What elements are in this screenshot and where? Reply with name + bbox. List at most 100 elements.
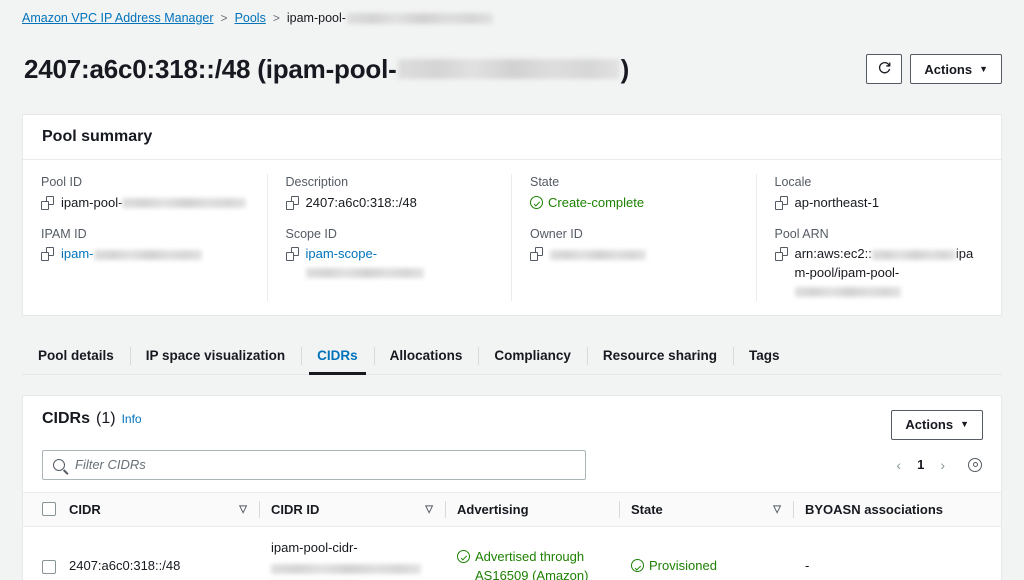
pool-id-text: ipam-pool- — [61, 195, 122, 210]
pool-summary-card: Pool summary Pool ID ipam-pool- IPAM ID … — [22, 114, 1002, 315]
pool-arn-head: arn:aws:ec2:: — [795, 246, 872, 261]
tab-pool-details[interactable]: Pool details — [22, 338, 130, 374]
redacted-pool-id-title — [398, 59, 620, 79]
page-number-1[interactable]: 1 — [911, 455, 930, 474]
owner-id-value — [550, 245, 738, 263]
tab-resource-sharing[interactable]: Resource sharing — [587, 338, 733, 374]
copy-icon[interactable] — [775, 196, 788, 210]
chevron-down-icon: ▼ — [979, 65, 988, 74]
redacted-value — [94, 250, 202, 260]
field-value: arn:aws:ec2::ipam-pool/ipam-pool- — [775, 245, 984, 300]
summary-column: Locale ap-northeast-1 Pool ARN arn:aws:e… — [757, 174, 1002, 300]
info-link[interactable]: Info — [122, 412, 142, 426]
refresh-button[interactable] — [866, 54, 902, 84]
field-label: Locale — [775, 174, 984, 190]
pool-summary-header: Pool summary — [23, 115, 1001, 160]
actions-button-cidrs[interactable]: Actions ▼ — [891, 410, 983, 440]
check-circle-icon — [631, 559, 644, 572]
sort-icon[interactable]: ▽ — [425, 504, 433, 515]
column-header-cidr[interactable]: CIDR ▽ — [69, 492, 259, 526]
row-select-cell — [23, 526, 69, 580]
prev-page-button[interactable]: ‹ — [890, 455, 907, 475]
cidr-id-text: ipam-pool-cidr- — [271, 540, 358, 555]
copy-icon[interactable] — [286, 247, 299, 261]
column-label: State — [631, 502, 663, 517]
scope-id-link[interactable]: ipam-scope- — [306, 246, 378, 261]
redacted-value — [550, 250, 646, 260]
field-pool-id: Pool ID ipam-pool- — [41, 174, 249, 212]
tab-allocations[interactable]: Allocations — [374, 338, 479, 374]
tab-bar: Pool details IP space visualization CIDR… — [22, 338, 1002, 375]
cell-state: Provisioned — [619, 526, 793, 580]
state-text: Provisioned — [649, 557, 717, 576]
gear-icon[interactable] — [967, 457, 983, 473]
page-title-suffix: ) — [621, 54, 629, 85]
copy-icon[interactable] — [775, 247, 788, 261]
ipam-id-value: ipam- — [61, 245, 249, 263]
select-all-checkbox[interactable] — [42, 502, 56, 516]
column-label: BYOASN associations — [805, 502, 943, 517]
breadcrumb-separator: > — [221, 12, 228, 24]
cidrs-count: (1) — [96, 410, 116, 428]
search-input[interactable] — [73, 456, 575, 473]
page-header: 2407:a6c0:318::/48 (ipam-pool-) Actions … — [0, 25, 1024, 103]
copy-icon[interactable] — [41, 247, 54, 261]
field-label: Scope ID — [286, 226, 494, 242]
scope-id-value: ipam-scope- — [306, 245, 494, 282]
column-header-cidr-id[interactable]: CIDR ID ▽ — [259, 492, 445, 526]
cidrs-table: CIDR ▽ CIDR ID ▽ Advertising — [23, 492, 1001, 580]
table-row[interactable]: 2407:a6c0:318::/48 ipam-pool-cidr- Adver… — [23, 526, 1001, 580]
field-value: Create-complete — [530, 194, 738, 212]
tab-cidrs[interactable]: CIDRs — [301, 338, 374, 374]
tab-ip-space-visualization[interactable]: IP space visualization — [130, 338, 301, 374]
field-label: Owner ID — [530, 226, 738, 242]
redacted-cidr-id — [271, 564, 421, 574]
search-box[interactable] — [42, 450, 586, 480]
breadcrumb-item-current: ipam-pool- — [287, 12, 493, 25]
actions-label: Actions — [905, 417, 953, 432]
copy-icon[interactable] — [286, 196, 299, 210]
pool-id-value: ipam-pool- — [61, 194, 249, 212]
field-description: Description 2407:a6c0:318::/48 — [286, 174, 494, 212]
field-value: ap-northeast-1 — [775, 194, 984, 212]
field-value: 2407:a6c0:318::/48 — [286, 194, 494, 212]
field-value: ipam- — [41, 245, 249, 263]
header-actions: Actions ▼ — [866, 54, 1002, 84]
breadcrumb-separator: > — [273, 12, 280, 24]
field-pool-arn: Pool ARN arn:aws:ec2::ipam-pool/ipam-poo… — [775, 226, 984, 301]
actions-button-header[interactable]: Actions ▼ — [910, 54, 1002, 84]
breadcrumb-item-pools[interactable]: Pools — [235, 12, 266, 25]
check-circle-icon — [457, 550, 470, 563]
field-state: State Create-complete — [530, 174, 738, 212]
copy-icon[interactable] — [41, 196, 54, 210]
redacted-value — [122, 198, 246, 208]
select-all-header — [23, 492, 69, 526]
tab-compliancy[interactable]: Compliancy — [478, 338, 587, 374]
redacted-pool-id — [347, 13, 493, 24]
sort-icon[interactable]: ▽ — [239, 504, 247, 515]
summary-column: Description 2407:a6c0:318::/48 Scope ID … — [268, 174, 513, 300]
summary-column: Pool ID ipam-pool- IPAM ID ipam- — [23, 174, 268, 300]
ipam-id-link[interactable]: ipam- — [61, 246, 94, 261]
cell-cidr: 2407:a6c0:318::/48 — [69, 526, 259, 580]
cell-byoasn: - — [793, 526, 1001, 580]
status-badge-row-state: Provisioned — [631, 557, 781, 576]
cidrs-title-group: CIDRs (1) Info — [42, 410, 142, 428]
table-header-row: CIDR ▽ CIDR ID ▽ Advertising — [23, 492, 1001, 526]
refresh-icon — [877, 60, 892, 78]
column-header-state[interactable]: State ▽ — [619, 492, 793, 526]
next-page-button[interactable]: › — [934, 455, 951, 475]
cidrs-panel: CIDRs (1) Info Actions ▼ ‹ 1 › — [22, 395, 1002, 580]
cidrs-toolbar: ‹ 1 › — [23, 440, 1001, 492]
breadcrumb-item-ipam[interactable]: Amazon VPC IP Address Manager — [22, 12, 214, 25]
tab-tags[interactable]: Tags — [733, 338, 796, 374]
row-checkbox[interactable] — [42, 560, 56, 574]
column-label: CIDR — [69, 502, 101, 517]
column-header-byoasn: BYOASN associations — [793, 492, 1001, 526]
sort-icon[interactable]: ▽ — [773, 504, 781, 515]
field-label: State — [530, 174, 738, 190]
cidrs-panel-header: CIDRs (1) Info Actions ▼ — [23, 396, 1001, 440]
field-scope-id: Scope ID ipam-scope- — [286, 226, 494, 282]
field-label: IPAM ID — [41, 226, 249, 242]
copy-icon[interactable] — [530, 247, 543, 261]
